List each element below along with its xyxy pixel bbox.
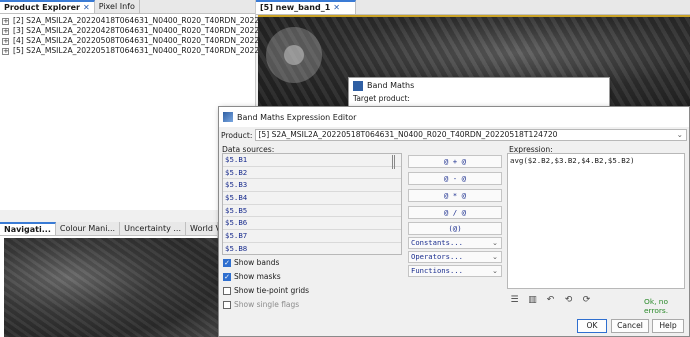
explorer-tabbar: Product Explorer ✕ Pixel Info — [0, 0, 255, 14]
ok-button[interactable]: OK — [577, 319, 607, 333]
tab-product-explorer[interactable]: Product Explorer ✕ — [0, 0, 95, 13]
data-sources-list[interactable]: $5.B1 $5.B2 $5.B3 $5.B4 $5.B5 $5.B6 $5.B… — [222, 153, 402, 255]
constants-dropdown[interactable]: Constants... ⌄ — [408, 237, 502, 249]
image-view-tabbar: [5] new_band_1 ✕ — [256, 0, 690, 15]
product-row: Product: [5] S2A_MSIL2A_20220518T064631_… — [221, 129, 687, 141]
checkbox-checked-icon[interactable]: ✓ — [223, 258, 231, 267]
tab-label: Uncertainty ... — [124, 223, 182, 233]
product-label: [3] S2A_MSIL2A_20220428T064631_N0400_R02… — [13, 26, 296, 35]
show-masks-checkbox[interactable]: ✓ Show masks — [223, 271, 281, 282]
tab-new-band[interactable]: [5] new_band_1 ✕ — [256, 0, 356, 14]
product-label: Product: — [221, 130, 253, 140]
tab-label: Colour Mani... — [59, 223, 116, 233]
expand-icon[interactable]: + — [2, 47, 9, 55]
source-item[interactable]: $5.B5 — [223, 204, 401, 218]
editor-icon — [223, 112, 233, 122]
show-tie-point-grids-checkbox[interactable]: Show tie-point grids — [223, 285, 309, 296]
chevron-down-icon: ⌄ — [491, 266, 498, 275]
product-value: [5] S2A_MSIL2A_20220518T064631_N0400_R02… — [258, 130, 558, 139]
help-button[interactable]: Help — [652, 319, 684, 333]
dialog-titlebar: Band Maths — [349, 78, 609, 94]
pan-control[interactable] — [266, 27, 322, 83]
clear-icon[interactable]: ▥ — [527, 294, 538, 306]
navigation-panel: Navigati... Colour Mani... Uncertainty .… — [0, 222, 240, 337]
source-item[interactable]: $5.B4 — [223, 192, 401, 205]
expand-icon[interactable]: + — [2, 37, 9, 45]
history-forward-icon[interactable]: ⟳ — [581, 294, 592, 306]
list-scrollbar[interactable] — [392, 155, 395, 169]
tab-label: [5] new_band_1 — [260, 3, 331, 12]
target-product-label: Target product: — [353, 94, 410, 103]
tree-item-product-4[interactable]: + [4] S2A_MSIL2A_20220508T064631_N0400_R… — [2, 36, 295, 46]
select-all-icon[interactable]: ☰ — [509, 294, 520, 306]
editor-title: Band Maths Expression Editor — [237, 112, 357, 122]
checkbox-label: Show masks — [234, 272, 281, 281]
undo-icon[interactable]: ↶ — [545, 294, 556, 306]
functions-dropdown[interactable]: Functions... ⌄ — [408, 265, 502, 277]
show-bands-checkbox[interactable]: ✓ Show bands — [223, 257, 279, 268]
tab-label: Navigati... — [4, 224, 51, 234]
navigation-thumbnail[interactable] — [4, 238, 218, 337]
chevron-down-icon: ⌄ — [676, 130, 683, 139]
expression-toolbar: ☰ ▥ ↶ ⟲ ⟳ — [509, 293, 592, 307]
checkbox-checked-icon[interactable]: ✓ — [223, 272, 231, 281]
source-item[interactable]: $5.B7 — [223, 230, 401, 243]
operators-dropdown[interactable]: Operators... ⌄ — [408, 251, 502, 263]
dropdown-label: Functions... — [411, 266, 463, 275]
chevron-down-icon: ⌄ — [491, 238, 498, 247]
product-label: [2] S2A_MSIL2A_20220418T064631_N0400_R02… — [13, 16, 296, 25]
close-icon[interactable]: ✕ — [333, 3, 340, 13]
tab-label: Product Explorer — [4, 2, 80, 12]
tab-label: Pixel Info — [98, 1, 135, 11]
add-operator-button[interactable]: @ + @ — [408, 155, 502, 168]
product-label: [4] S2A_MSIL2A_20220508T064631_N0400_R02… — [13, 36, 296, 45]
checkbox-label: Show single flags — [234, 300, 300, 309]
pan-center-icon[interactable] — [284, 45, 304, 65]
tab-uncertainty[interactable]: Uncertainty ... — [120, 222, 187, 235]
expand-icon[interactable]: + — [2, 27, 9, 35]
multiply-operator-button[interactable]: @ * @ — [408, 189, 502, 202]
subtract-operator-button[interactable]: @ - @ — [408, 172, 502, 185]
tree-item-product-2[interactable]: + [2] S2A_MSIL2A_20220418T064631_N0400_R… — [2, 16, 295, 26]
tree-item-product-3[interactable]: + [3] S2A_MSIL2A_20220428T064631_N0400_R… — [2, 26, 295, 36]
checkbox-unchecked-icon — [223, 300, 231, 309]
dropdown-label: Constants... — [411, 238, 463, 247]
checkbox-unchecked-icon[interactable] — [223, 286, 231, 295]
chevron-down-icon: ⌄ — [491, 252, 498, 261]
divide-operator-button[interactable]: @ / @ — [408, 206, 502, 219]
tab-colour-manipulation[interactable]: Colour Mani... — [56, 222, 121, 235]
tab-pixel-info[interactable]: Pixel Info — [95, 0, 140, 13]
checkbox-label: Show bands — [234, 258, 280, 267]
source-item[interactable]: $5.B6 — [223, 217, 401, 231]
validation-status: Ok, no errors. — [644, 297, 669, 315]
source-item[interactable]: $5.B8 — [223, 242, 401, 254]
tool-tabbar: Navigati... Colour Mani... Uncertainty .… — [0, 222, 240, 236]
expand-icon[interactable]: + — [2, 17, 9, 25]
show-single-flags-checkbox: Show single flags — [223, 299, 299, 310]
dropdown-label: Operators... — [411, 252, 463, 261]
source-item[interactable]: $5.B2 — [223, 166, 401, 180]
parentheses-operator-button[interactable]: (@) — [408, 222, 502, 235]
dialog-title: Band Maths — [367, 81, 415, 90]
expression-textarea[interactable]: avg($2.B2,$3.B2,$4.B2,$5.B2) — [507, 153, 685, 289]
source-item[interactable]: $5.B1 — [223, 154, 401, 167]
band-maths-icon — [353, 81, 363, 91]
band-maths-dialog: Band Maths Target product: — [348, 77, 610, 107]
product-label: [5] S2A_MSIL2A_20220518T064631_N0400_R02… — [13, 46, 296, 55]
product-select[interactable]: [5] S2A_MSIL2A_20220518T064631_N0400_R02… — [255, 129, 687, 141]
history-icon[interactable]: ⟲ — [563, 294, 574, 306]
product-tree: + [2] S2A_MSIL2A_20220418T064631_N0400_R… — [0, 14, 295, 56]
tab-navigation[interactable]: Navigati... — [0, 222, 56, 235]
tree-item-product-5[interactable]: + [5] S2A_MSIL2A_20220518T064631_N0400_R… — [2, 46, 295, 56]
editor-titlebar: Band Maths Expression Editor — [219, 107, 689, 127]
checkbox-label: Show tie-point grids — [234, 286, 310, 295]
cancel-button[interactable]: Cancel — [611, 319, 649, 333]
source-item[interactable]: $5.B3 — [223, 179, 401, 193]
close-icon[interactable]: ✕ — [83, 3, 90, 13]
expression-editor-dialog: Band Maths Expression Editor Product: [5… — [218, 106, 690, 337]
